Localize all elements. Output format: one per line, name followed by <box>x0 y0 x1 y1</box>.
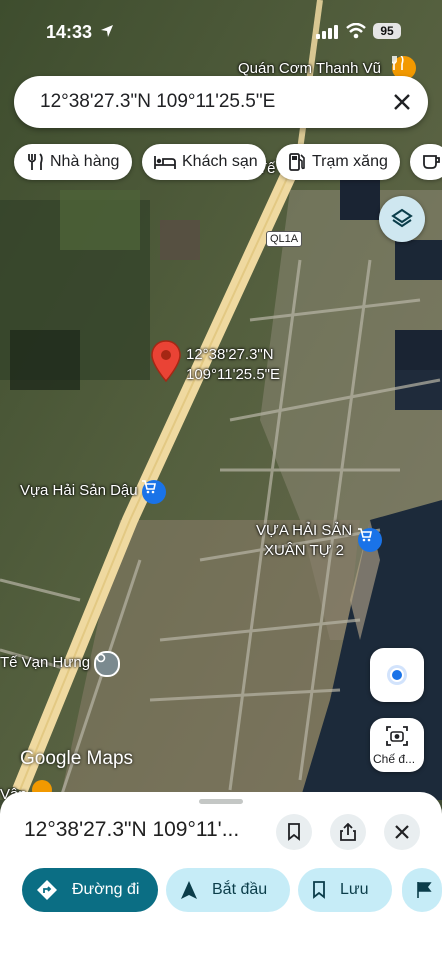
start-button[interactable]: Bắt đầu <box>166 868 290 912</box>
shopping-cart-poi-icon[interactable] <box>142 480 166 504</box>
start-label: Bắt đầu <box>212 881 268 898</box>
chip-restaurants[interactable]: Nhà hàng <box>14 144 132 180</box>
cellular-signal-icon <box>316 25 338 39</box>
place-bottom-sheet[interactable]: 12°38'27.3"N 109°11'... Đường đi Bắt đầu… <box>0 792 442 960</box>
my-location-button[interactable] <box>370 648 424 702</box>
flag-icon <box>417 882 432 898</box>
search-query[interactable]: 12°38'27.3"N 109°11'25.5"E <box>40 91 275 113</box>
pin-label-lng: 109°11'25.5"E <box>186 366 280 383</box>
status-bar: 14:33 95 <box>0 0 442 60</box>
status-time: 14:33 <box>46 22 93 42</box>
chip-gas-stations[interactable]: Trạm xăng <box>276 144 400 180</box>
navigation-arrow-icon <box>181 881 197 899</box>
label-flag-button[interactable] <box>402 868 442 912</box>
chip-label: Trạm xăng <box>312 153 388 170</box>
shopping-cart-poi-icon[interactable] <box>358 528 382 552</box>
place-label-quan-com[interactable]: Quán Cơm Thanh Vũ <box>238 60 381 77</box>
share-icon <box>340 823 356 841</box>
sheet-drag-handle[interactable] <box>199 799 243 804</box>
coffee-icon <box>423 155 440 169</box>
chip-label: Nhà hàng <box>50 153 120 170</box>
layers-button[interactable] <box>379 196 425 242</box>
search-bar[interactable]: 12°38'27.3"N 109°11'25.5"E <box>14 76 428 128</box>
category-chips: Nhà hàng Khách sạn Trạm xăng <box>14 144 442 180</box>
save-button[interactable]: Lưu <box>298 868 392 912</box>
save-label: Lưu <box>340 881 369 898</box>
location-arrow-icon <box>101 25 113 37</box>
my-location-icon <box>387 665 407 685</box>
bookmark-icon <box>288 823 300 841</box>
place-label-te-van-hung[interactable]: Tế Vạn Hưng <box>0 654 90 671</box>
fork-knife-icon <box>28 153 43 170</box>
directions-button[interactable]: Đường đi <box>22 868 158 912</box>
location-pin-icon[interactable] <box>150 340 182 382</box>
battery-indicator: 95 <box>373 23 401 39</box>
place-label-vua-hai-san-xuan-tu-line1[interactable]: VỰA HẢI SẢN <box>256 522 352 539</box>
close-icon[interactable] <box>392 92 412 112</box>
action-buttons: Đường đi Bắt đầu Lưu <box>22 868 442 912</box>
gas-station-icon <box>289 153 305 171</box>
close-icon <box>395 825 409 839</box>
directions-label: Đường đi <box>72 881 140 898</box>
road-badge: QL1A <box>266 231 303 247</box>
share-button[interactable] <box>330 814 366 850</box>
directions-icon <box>37 880 57 900</box>
camera-icon <box>386 726 408 746</box>
place-of-worship-poi-icon[interactable] <box>94 651 120 677</box>
save-bookmark-button[interactable] <box>276 814 312 850</box>
camera-mode-button[interactable]: Chế đ... <box>370 718 424 772</box>
chip-coffee[interactable] <box>410 144 442 180</box>
bookmark-icon <box>313 881 325 899</box>
close-sheet-button[interactable] <box>384 814 420 850</box>
pin-label-lat: 12°38'27.3"N <box>186 346 274 363</box>
place-label-vua-hai-san-dau[interactable]: Vựa Hải Sản Dậu <box>20 482 138 499</box>
chip-hotels[interactable]: Khách sạn <box>142 144 266 180</box>
chip-label: Khách sạn <box>182 153 258 170</box>
bed-icon <box>154 156 176 169</box>
camera-mode-label: Chế đ... <box>373 752 416 766</box>
wifi-icon <box>346 23 366 39</box>
place-title: 12°38'27.3"N 109°11'... <box>24 818 240 841</box>
layers-icon <box>391 208 413 228</box>
google-maps-watermark: Google Maps <box>20 748 134 769</box>
place-label-vua-hai-san-xuan-tu-line2[interactable]: XUÂN TỰ 2 <box>256 542 352 559</box>
